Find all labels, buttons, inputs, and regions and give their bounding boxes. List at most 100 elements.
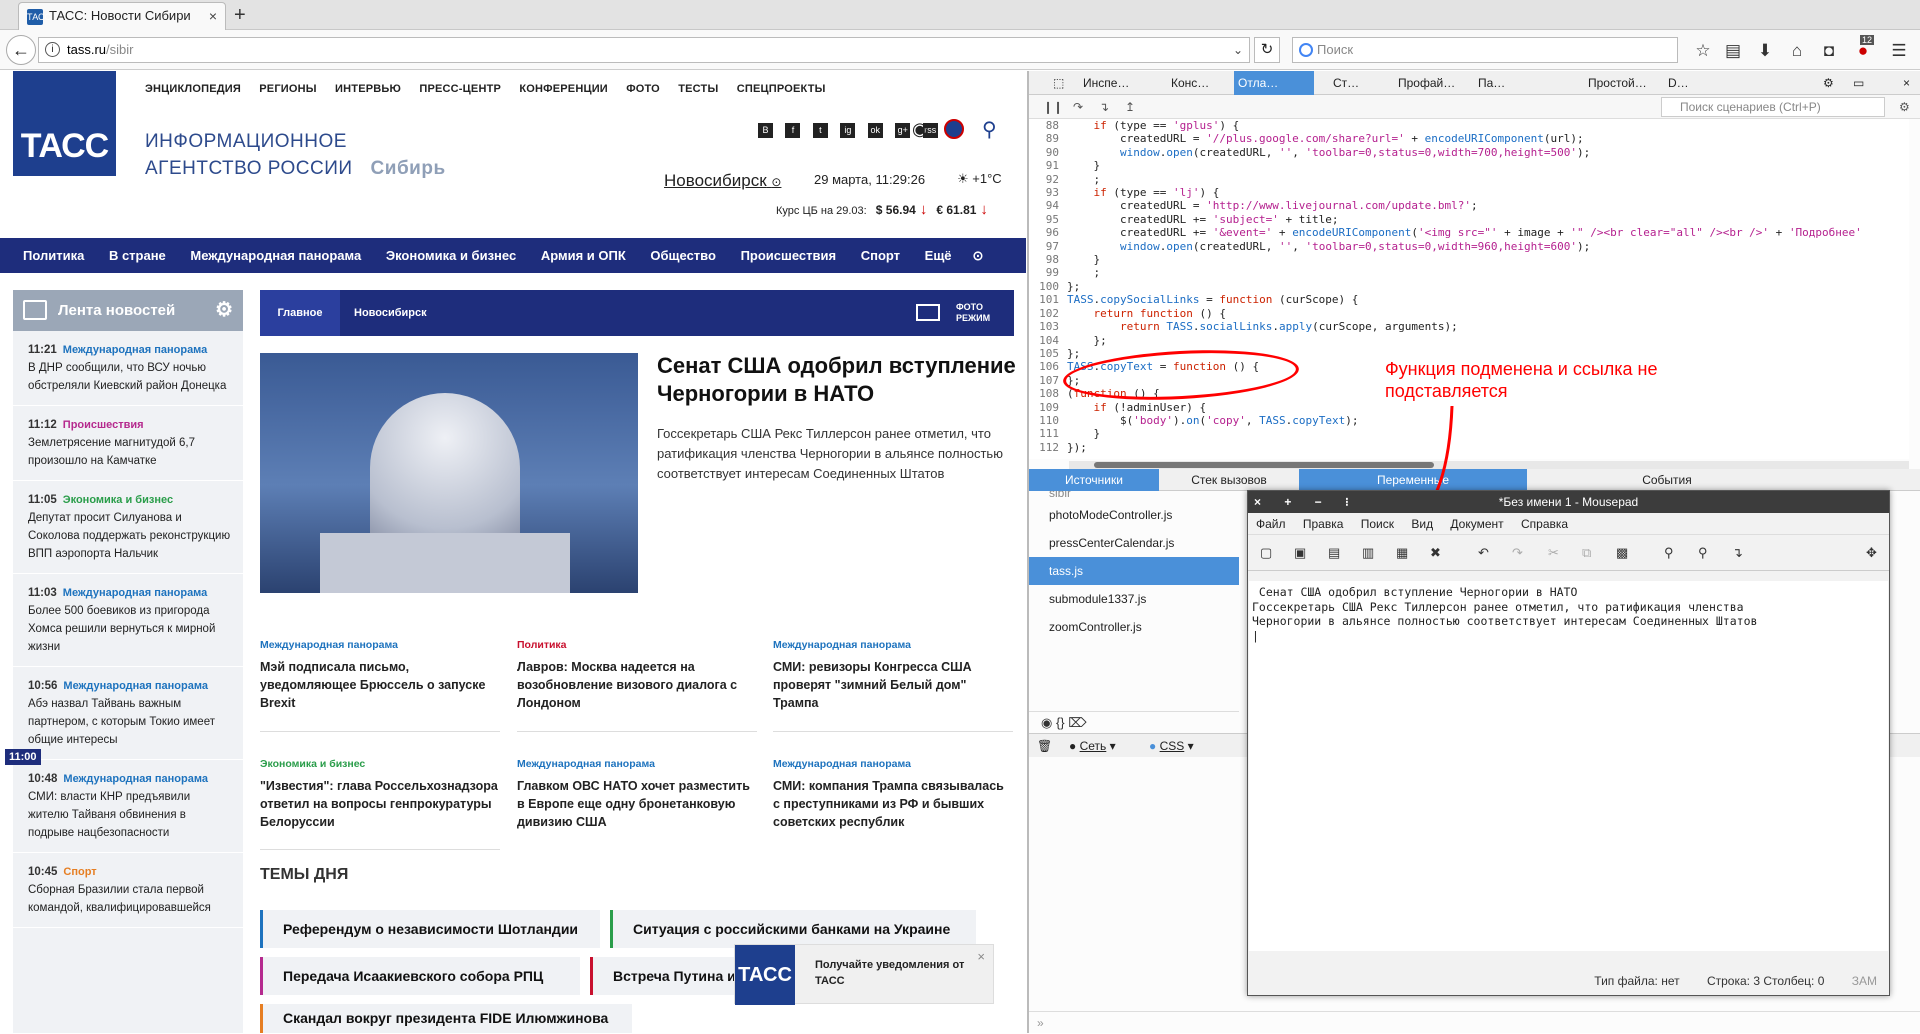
theme-tag[interactable]: Референдум о независимости Шотландии (260, 910, 600, 948)
nav-item[interactable]: Общество (650, 248, 716, 263)
theme-tag[interactable]: Передача Исаакиевского собора РПЦ (260, 957, 580, 995)
devtools-tab-console[interactable]: Конс… (1167, 71, 1209, 95)
tab-sources[interactable]: Источники (1029, 469, 1159, 491)
options-gear-icon[interactable]: ⚙ (1899, 95, 1910, 119)
eye-icon[interactable]: ◉ (912, 119, 928, 140)
code-line[interactable]: 97 window.open(createdURL, '', 'toolbar=… (1029, 240, 1909, 253)
fullscreen-icon[interactable]: ✥ (1866, 545, 1877, 561)
devtools-tab-inspector[interactable]: Инспе… (1079, 71, 1129, 95)
top-menu-item[interactable]: КОНФЕРЕНЦИИ (519, 83, 608, 95)
feed-category[interactable]: Спорт (63, 866, 96, 878)
city-selector[interactable]: Новосибирск ⊙ (664, 171, 781, 191)
top-menu-item[interactable]: ЭНЦИКЛОПЕДИЯ (145, 83, 241, 95)
browser-tab[interactable]: ТАСС ТАСС: Новости Сибири × (18, 2, 226, 30)
vk-icon[interactable]: В (758, 123, 773, 138)
code-line[interactable]: 104 }; (1029, 334, 1909, 347)
feed-text[interactable]: Сборная Бразилии стала первой командой, … (28, 881, 233, 917)
filter-css[interactable]: ● CSS ▾ (1149, 734, 1194, 758)
source-item[interactable]: sibir (1029, 491, 1239, 501)
line-number[interactable]: 103 (1029, 320, 1059, 333)
line-number[interactable]: 98 (1029, 253, 1059, 266)
news-card-category[interactable]: Международная панорама (517, 755, 757, 773)
feed-category[interactable]: Происшествия (63, 419, 144, 431)
feed-item[interactable]: 10:48 Международная панорама СМИ: власти К… (13, 760, 243, 853)
source-item[interactable]: submodule1337.js (1029, 585, 1239, 613)
feed-category[interactable]: Международная панорама (63, 344, 208, 356)
menu-document[interactable]: Документ (1450, 517, 1503, 531)
code-line[interactable]: 110 $('body').on('copy', TASS.copyText); (1029, 414, 1909, 427)
theme-tag[interactable]: Встреча Путина и Е (590, 957, 750, 995)
feed-item[interactable]: 11:12 Происшествия Землетрясение магнитудо… (13, 406, 243, 481)
line-number[interactable]: 106 (1029, 360, 1059, 373)
feed-text[interactable]: Депутат просит Силуанова и Соколова подд… (28, 509, 233, 563)
pause-icon[interactable]: ❙❙ (1043, 95, 1063, 119)
twitter-icon[interactable]: t (812, 123, 828, 138)
mousepad-titlebar[interactable]: × + − ⁝ *Без имени 1 - Mousepad (1248, 491, 1889, 513)
source-actions[interactable]: ◉ {} ⌦ (1029, 711, 1239, 733)
news-card-category[interactable]: Международная панорама (773, 755, 1013, 773)
code-line[interactable]: 95 createdURL += 'subject=' + title; (1029, 213, 1909, 226)
theme-tag[interactable]: Ситуация с российскими банками на Украин… (610, 910, 976, 948)
open-icon[interactable]: ▣ (1294, 545, 1306, 561)
code-line[interactable]: 99 ; (1029, 266, 1909, 279)
site-search-icon[interactable]: ⚲ (982, 117, 997, 142)
script-search-input[interactable]: Поиск сценариев (Ctrl+P) (1661, 97, 1885, 117)
feed-category[interactable]: Международная панорама (63, 680, 208, 692)
line-number[interactable]: 107 (1029, 374, 1059, 387)
feed-item[interactable]: 11:21 Международная панорама В ДНР сообщил… (13, 331, 243, 406)
cut-icon[interactable]: ✂ (1548, 545, 1559, 561)
code-line[interactable]: 109 if (!adminUser) { (1029, 401, 1909, 414)
top-menu-item[interactable]: ФОТО (626, 83, 660, 95)
tab-call-stack[interactable]: Стек вызовов (1159, 469, 1299, 491)
redo-icon[interactable]: ↷ (1512, 545, 1523, 561)
hero-headline[interactable]: Сенат США одобрил вступление Черногории … (657, 352, 1017, 408)
pick-element-icon[interactable]: ⬚ (1049, 71, 1064, 95)
menu-icon[interactable]: ☰ (1888, 40, 1910, 62)
save-as-icon[interactable]: ▥ (1362, 545, 1374, 561)
feed-item[interactable]: 10:56 Международная панорама Абэ назвал Та… (13, 667, 243, 760)
devtools-tab-memory[interactable]: Па… (1474, 71, 1505, 95)
nav-item[interactable]: Международная панорама (190, 248, 361, 263)
top-menu-item[interactable]: ТЕСТЫ (678, 83, 718, 95)
window-controls[interactable]: × + − ⁝ (1254, 491, 1359, 513)
step-out-icon[interactable]: ↥ (1125, 95, 1135, 119)
goto-line-icon[interactable]: ↴ (1732, 545, 1743, 561)
code-line[interactable]: 96 createdURL += '&event=' + encodeURICo… (1029, 226, 1909, 239)
nav-item[interactable]: В стране (109, 248, 166, 263)
line-number[interactable]: 109 (1029, 401, 1059, 414)
nav-item[interactable]: Спорт (861, 248, 900, 263)
code-line[interactable]: 100}; (1029, 280, 1909, 293)
url-dropdown-icon[interactable]: ⌄ (1233, 38, 1243, 62)
top-menu-item[interactable]: ИНТЕРВЬЮ (335, 83, 401, 95)
line-number[interactable]: 108 (1029, 387, 1059, 400)
bookmark-star-icon[interactable]: ☆ (1692, 40, 1714, 62)
top-menu-item[interactable]: ПРЕСС-ЦЕНТР (419, 83, 501, 95)
trash-icon[interactable]: 🗑 (1037, 734, 1052, 758)
news-card-category[interactable]: Международная панорама (260, 636, 500, 654)
devtools-tab-debugger[interactable]: Отла… (1234, 71, 1314, 95)
devtools-tab-simple[interactable]: Простой… (1584, 71, 1647, 95)
download-icon[interactable]: ⬇ (1754, 40, 1776, 62)
feed-text[interactable]: Землетрясение магнитудой 6,7 произошло н… (28, 434, 233, 470)
news-card-title[interactable]: СМИ: компания Трампа связывалась с прест… (773, 779, 1004, 829)
reload-button[interactable]: ↻ (1254, 37, 1280, 63)
feed-category[interactable]: Международная панорама (63, 587, 208, 599)
news-card-title[interactable]: "Известия": глава Россельхознадзора отве… (260, 779, 498, 829)
code-line[interactable]: 88 if (type == 'gplus') { (1029, 119, 1909, 132)
line-number[interactable]: 101 (1029, 293, 1059, 306)
odnoklassniki-icon[interactable]: ok (867, 123, 883, 138)
tab-city[interactable]: Новосибирск (354, 290, 427, 336)
feed-category[interactable]: Международная панорама (63, 773, 208, 785)
pocket-icon[interactable]: ◘ (1818, 40, 1840, 62)
line-number[interactable]: 93 (1029, 186, 1059, 199)
feed-text[interactable]: СМИ: власти КНР предъявили жителю Тайван… (28, 788, 233, 842)
line-number[interactable]: 111 (1029, 427, 1059, 440)
google-plus-icon[interactable]: g+ (895, 123, 911, 138)
copy-icon[interactable]: ⧉ (1582, 545, 1591, 561)
menu-search[interactable]: Поиск (1361, 517, 1394, 531)
line-number[interactable]: 99 (1029, 266, 1059, 279)
feed-text[interactable]: Абэ назвал Тайвань важным партнером, с к… (28, 695, 233, 749)
news-card[interactable]: Политика Лавров: Москва надеется на возоб… (517, 636, 757, 712)
feed-text[interactable]: Более 500 боевиков из пригорода Хомса ре… (28, 602, 233, 656)
code-line[interactable]: 98 } (1029, 253, 1909, 266)
